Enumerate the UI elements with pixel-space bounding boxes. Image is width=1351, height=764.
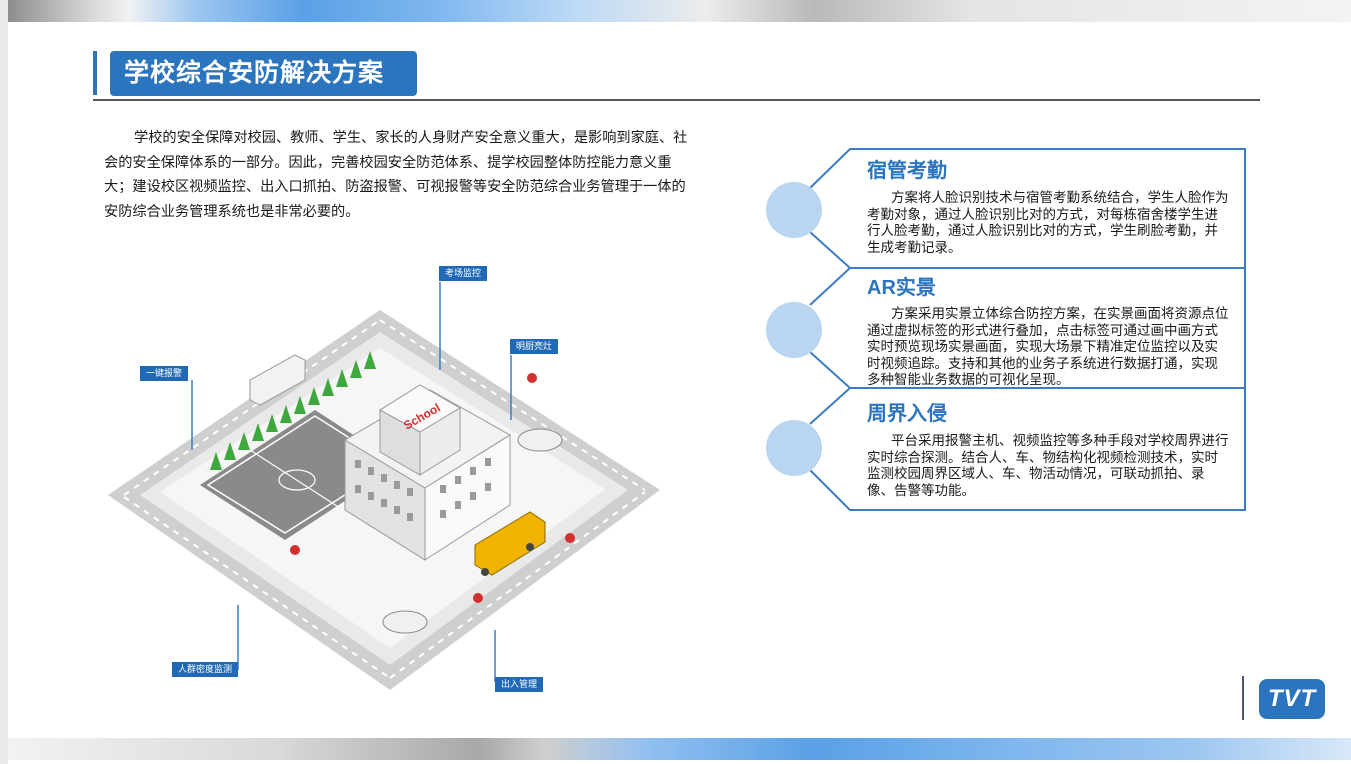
campus-illustration: School 考场监控 明厨亮灶 一键报警 人群密度监测 出入管理 xyxy=(100,260,670,700)
tvt-logo: TVT xyxy=(1259,679,1325,719)
label-one-key-alarm: 一键报警 xyxy=(140,366,189,381)
card-text-ar-scene: 方案采用实景立体综合防控方案，在实景画面将资源点位通过虚拟标签的形式进行叠加，点… xyxy=(867,306,1229,387)
card-1-circle xyxy=(766,182,822,238)
logo-divider xyxy=(1242,676,1244,720)
label-access-management: 出入管理 xyxy=(495,677,544,692)
card-text-dorm-attendance: 方案将人脸识别技术与宿管考勤系统结合，学生人脸作为考勤对象，通过人脸识别比对的方… xyxy=(867,190,1229,255)
label-crowd-density: 人群密度监测 xyxy=(172,662,239,677)
title-divider xyxy=(93,99,1260,101)
card-text-perimeter-intrusion: 平台采用报警主机、视频监控等多种手段对学校周界进行实时综合探测。结合人、车、物结… xyxy=(867,433,1229,498)
intro-paragraph: 学校的安全保障对校园、教师、学生、家长的人身财产安全意义重大，是影响到家庭、社会… xyxy=(104,130,688,220)
card-title-perimeter-intrusion: 周界入侵 xyxy=(867,403,947,425)
card-title-ar-scene: AR实景 xyxy=(867,277,936,299)
campus-isometric-svg: School xyxy=(108,282,660,690)
card-3-circle xyxy=(766,420,822,476)
card-2-circle xyxy=(766,302,822,358)
feature-cards: 宿管考勤 方案将人脸识别技术与宿管考勤系统结合，学生人脸作为考勤对象，通过人脸识… xyxy=(760,140,1260,520)
label-kitchen: 明厨亮灶 xyxy=(510,339,559,354)
bottom-decor-band xyxy=(8,738,1351,760)
card-title-dorm-attendance: 宿管考勤 xyxy=(867,160,947,182)
title-accent-bar xyxy=(93,51,97,95)
label-exam-monitoring: 考场监控 xyxy=(439,266,488,281)
left-edge xyxy=(0,0,8,764)
top-decor-band xyxy=(8,0,1351,22)
page-title: 学校综合安防解决方案 xyxy=(110,51,417,96)
